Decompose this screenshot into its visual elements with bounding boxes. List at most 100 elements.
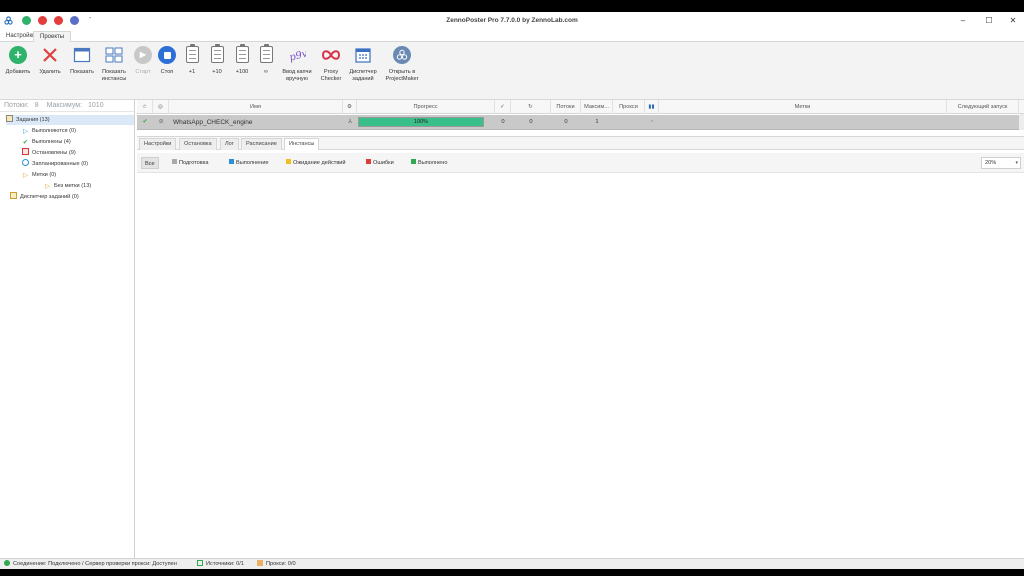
running-swatch [229, 159, 234, 164]
row-network-icon: ⅄ [348, 119, 352, 125]
tab-projects[interactable]: Проекты [33, 31, 72, 42]
tree-tasks[interactable]: Задания (13) [6, 115, 134, 125]
col-done-icon[interactable]: ✓ [495, 100, 511, 114]
check-icon: ✔ [22, 139, 29, 146]
waiting-swatch [286, 159, 291, 164]
tag-icon: ▷ [23, 172, 28, 179]
tag-icon: ▷ [45, 183, 50, 190]
chevron-down-icon: ▾ [1015, 160, 1018, 166]
stop-icon [22, 148, 29, 155]
tree-no-tags[interactable]: ▷ Без метки (13) [44, 181, 91, 191]
proxy-checker-button[interactable]: Proxy Checker [313, 46, 349, 82]
col-next-run[interactable]: Следующий запуск [947, 100, 1019, 114]
done-count: 0 [501, 119, 505, 125]
filter-all[interactable]: Все [141, 157, 159, 169]
col-status-icon[interactable]: ◎ [153, 100, 169, 114]
tasks-grid: ☆ ◎ Имя ⚙ Прогресс ✓ ↻ Потоки Максим... … [137, 100, 1024, 132]
col-stats-icon[interactable]: ▮▮ [645, 100, 659, 114]
filter-done[interactable]: Выполнено [411, 157, 447, 169]
task-name: WhatsApp_CHECK_engine [173, 119, 253, 126]
clock-icon [22, 159, 29, 166]
filter-running[interactable]: Выполнение [229, 157, 269, 169]
task-details-panel: Настройки Остановка Лог Расписание Инста… [137, 136, 1024, 558]
zoom-select[interactable]: 20% ▾ [981, 157, 1021, 169]
grid-header: ☆ ◎ Имя ⚙ Прогресс ✓ ↻ Потоки Максим... … [137, 100, 1024, 114]
scheduler-button[interactable]: Диспетчер заданий [345, 46, 381, 82]
title-bar: - ZennoPoster Pro 7.7.0.0 by ZennoLab.co… [0, 12, 1024, 30]
menu-bar: Настройки Проекты [0, 30, 1024, 42]
max-label: Максимум: [46, 102, 83, 109]
connection-icon [4, 560, 10, 566]
tab-instances[interactable]: Инстансы [284, 138, 320, 150]
col-proxies[interactable]: Прокси [613, 100, 645, 114]
proxy-checker-icon [321, 46, 341, 64]
captcha-icon: p9v [288, 46, 309, 64]
tree-tags[interactable]: ▷ Метки (0) [22, 170, 56, 180]
calendar-icon [354, 46, 372, 64]
close-button[interactable]: ✕ [1006, 15, 1020, 27]
maximize-button[interactable]: ☐ [982, 15, 996, 27]
threads-header: Потоки: 8 Максимум: 1010 [0, 100, 134, 112]
instances-icon [105, 46, 123, 64]
threads-count: 0 [564, 119, 568, 125]
top-letterbox [0, 0, 1024, 12]
row-stats-icon: ▫ [650, 119, 654, 125]
open-in-projectmaker-button[interactable]: Открыть в ProjectMaker [384, 46, 420, 82]
col-name[interactable]: Имя [169, 100, 343, 114]
grid-scrollbar[interactable] [1019, 114, 1024, 130]
col-repeat-icon[interactable]: ↻ [511, 100, 551, 114]
row-status-icon: ⊘ [158, 119, 164, 125]
task-progress-bar: 100% [358, 117, 484, 127]
row-completed-icon: ✔ [142, 119, 148, 125]
tree-running[interactable]: ▷ Выполняются (0) [22, 126, 76, 136]
filter-errors[interactable]: Ошибки [366, 157, 394, 169]
details-tabs: Настройки Остановка Лог Расписание Инста… [137, 137, 1024, 150]
svg-text:p9v: p9v [288, 48, 306, 63]
clipboard-icon [210, 44, 224, 63]
add-button[interactable]: + Добавить [0, 46, 36, 76]
preparing-swatch [172, 159, 177, 164]
tab-task-settings[interactable]: Настройки [139, 138, 177, 150]
tree-stopped[interactable]: Остановлены (9) [22, 148, 76, 158]
clipboard-icon [235, 44, 249, 63]
threads-value: 8 [34, 102, 39, 109]
status-bar: Соединение: Подключено / Сервер проверки… [0, 558, 1024, 569]
col-star-icon[interactable]: ☆ [137, 100, 153, 114]
left-panel: Потоки: 8 Максимум: 1010 Задания (13) ▷ Вып… [0, 100, 135, 558]
tab-log[interactable]: Лог [220, 138, 239, 150]
delete-icon [41, 46, 59, 64]
table-row[interactable]: ✔ ⊘ WhatsApp_CHECK_engine ⅄ 100% 0 0 0 1… [137, 115, 1024, 130]
task-manager-icon [10, 192, 17, 199]
tree-completed[interactable]: ✔ Выполнены (4) [22, 137, 71, 147]
filter-waiting[interactable]: Ожидание действий [286, 157, 346, 169]
col-settings-icon[interactable]: ⚙ [343, 100, 357, 114]
tree-scheduled[interactable]: Запланированные (0) [22, 159, 88, 169]
proxies-icon [257, 560, 263, 566]
ribbon-toolbar: + Добавить Удалить Показать Показать инс… [0, 42, 1024, 100]
captcha-button[interactable]: p9v Ввод капчи вручную [279, 46, 315, 82]
play-icon: ▷ [23, 128, 28, 135]
filter-preparing[interactable]: Подготовка [172, 157, 208, 169]
add-icon: + [9, 46, 27, 64]
threads-label: Потоки: [4, 102, 29, 109]
col-threads[interactable]: Потоки [551, 100, 581, 114]
col-max[interactable]: Максим... [581, 100, 613, 114]
sources-icon [197, 560, 203, 566]
show-button[interactable]: Показать [64, 46, 100, 76]
window-icon [73, 46, 91, 64]
max-count: 1 [595, 119, 599, 125]
errors-swatch [366, 159, 371, 164]
delete-button[interactable]: Удалить [32, 46, 68, 76]
tab-schedule[interactable]: Расписание [241, 138, 282, 150]
zennoposter-window: - ZennoPoster Pro 7.7.0.0 by ZennoLab.co… [0, 12, 1024, 569]
col-tags[interactable]: Метки [659, 100, 947, 114]
tree-task-manager[interactable]: Диспетчер заданий (0) [10, 192, 79, 202]
max-value: 1010 [88, 102, 104, 109]
tab-stop[interactable]: Остановка [179, 138, 217, 150]
projectmaker-icon [393, 46, 411, 64]
minimize-button[interactable]: – [956, 15, 970, 27]
clipboard-icon [259, 44, 273, 63]
col-progress[interactable]: Прогресс [357, 100, 495, 114]
bottom-letterbox [0, 569, 1024, 576]
window-title: ZennoPoster Pro 7.7.0.0 by ZennoLab.com [446, 17, 578, 24]
